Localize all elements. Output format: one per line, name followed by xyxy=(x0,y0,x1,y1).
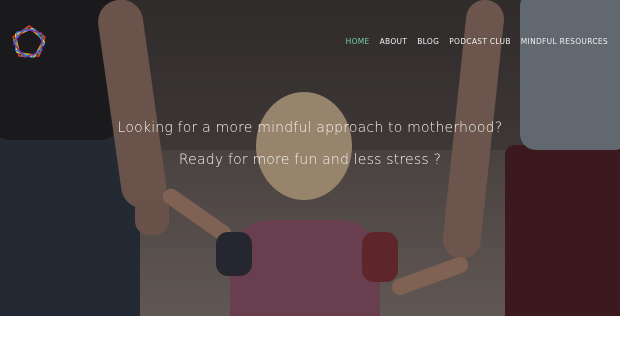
nav-item-podcast-club[interactable]: PODCAST CLUB xyxy=(449,37,511,46)
rainbow-pentagon-logo-icon[interactable] xyxy=(8,22,50,64)
main-navigation: HOME ABOUT BLOG PODCAST CLUB MINDFUL RES… xyxy=(346,37,608,46)
hero-headline-line-2: Ready for more fun and less stress ? xyxy=(178,152,442,168)
hero-headline-line-1: Looking for a more mindful approach to m… xyxy=(117,120,503,136)
nav-item-about[interactable]: ABOUT xyxy=(380,37,408,46)
hero-banner: HOME ABOUT BLOG PODCAST CLUB MINDFUL RES… xyxy=(0,0,620,316)
nav-item-blog[interactable]: BLOG xyxy=(417,37,439,46)
nav-item-home[interactable]: HOME xyxy=(346,37,370,46)
nav-item-mindful-resources[interactable]: MINDFUL RESOURCES xyxy=(521,37,608,46)
